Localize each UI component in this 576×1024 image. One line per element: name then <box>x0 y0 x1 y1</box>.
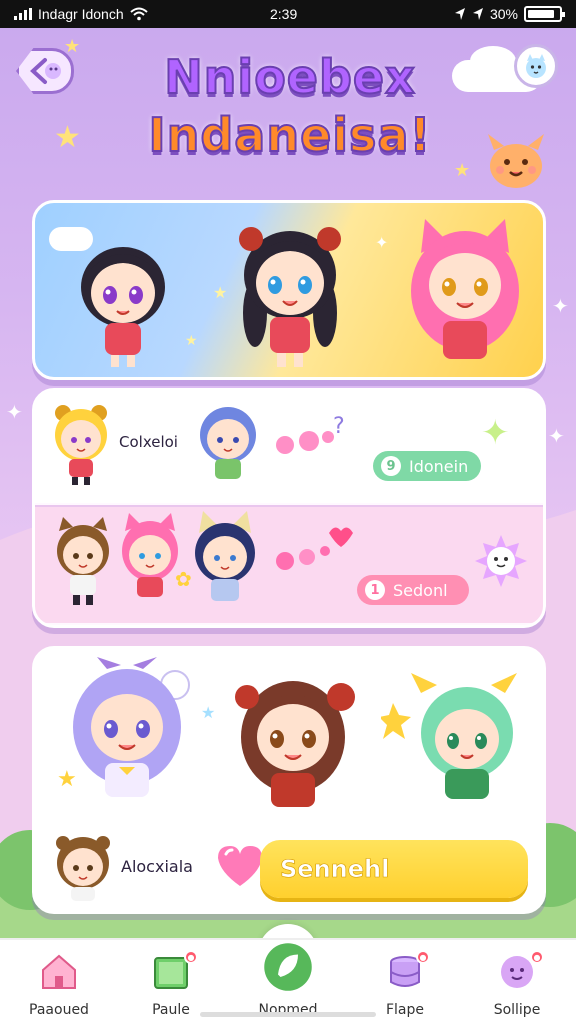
list-item[interactable]: ✿ 1 Sedonl <box>35 505 543 623</box>
clock: 2:39 <box>270 6 298 22</box>
app-title: Nnioebex Indaneisa! <box>110 48 470 164</box>
star-icon: ✿ <box>175 567 192 591</box>
sparkle-icon: ✦ <box>6 400 23 424</box>
row-title: Colxeloi <box>119 433 178 451</box>
title-line-2: Indaneisa! <box>148 107 432 163</box>
back-arrow-icon <box>16 48 74 94</box>
battery-percent: 30% <box>489 6 518 22</box>
nav-item-home[interactable]: Paaoued <box>4 946 114 1020</box>
status-pill[interactable]: 9 Idonein <box>373 451 481 481</box>
location-icon <box>454 8 465 20</box>
nav-item-leaf[interactable]: Nopmed <box>233 943 343 1020</box>
carrier-name: Indagr Idonch <box>38 6 124 22</box>
heart-icon <box>218 846 262 886</box>
svg-text:?: ? <box>333 414 345 439</box>
sparkle-icon: ✦ <box>481 413 510 453</box>
signal-icon <box>14 8 32 20</box>
chibi-avatar <box>122 513 178 597</box>
nav-item-stack[interactable]: ● Flape <box>350 946 460 1020</box>
wifi-icon <box>129 7 148 21</box>
featured-banner[interactable]: ★ ✦ ★ <box>32 200 546 380</box>
battery-icon <box>524 6 565 22</box>
nav-item-book[interactable]: ● Paule <box>116 946 226 1020</box>
bubbles-heart-icon <box>276 527 353 570</box>
pill-label: Idonein <box>409 456 469 476</box>
chibi-avatar <box>200 407 256 479</box>
character-list: Colxeloi ? 9 Idonein ✦ ✿ 1 Sedonl <box>32 388 546 628</box>
pill-number: 9 <box>381 456 401 476</box>
notification-badge: ● <box>416 950 430 964</box>
search-button[interactable]: Sennehl <box>260 840 528 898</box>
chibi-avatar <box>56 836 110 901</box>
chibi-character <box>239 227 341 367</box>
chibi-character <box>411 219 519 359</box>
chibi-character <box>81 247 165 367</box>
chibi-avatar <box>55 405 107 485</box>
leaf-icon <box>264 943 312 991</box>
chibi-character <box>73 657 190 797</box>
star-icon: ✦ <box>375 233 389 252</box>
status-pill[interactable]: 1 Sedonl <box>357 575 469 605</box>
status-bar: Indagr Idonch 2:39 30% <box>0 0 576 28</box>
home-indicator <box>200 1012 376 1017</box>
sun-face-icon <box>475 535 527 587</box>
star-icon: ★ <box>185 333 198 349</box>
sparkle-icon: ✦ <box>548 424 565 448</box>
pill-number: 1 <box>365 580 385 600</box>
profile-button[interactable] <box>514 44 558 88</box>
nav-label: Sollipe <box>493 1002 541 1018</box>
house-icon <box>42 954 76 989</box>
cloud-decoration <box>470 46 516 76</box>
chibi-avatar <box>195 511 255 601</box>
star-icon: ★ <box>201 703 216 722</box>
bubbles-icon: ? <box>276 414 345 454</box>
notification-badge: ● <box>184 950 198 964</box>
chibi-avatar <box>57 517 109 605</box>
star-icon: ★ <box>54 120 81 155</box>
notification-badge: ● <box>530 950 544 964</box>
title-line-1: Nnioebex <box>163 49 416 105</box>
cat-avatar-icon <box>526 54 546 78</box>
sparkle-icon: ✦ <box>552 294 569 318</box>
pill-label: Sedonl <box>393 580 448 600</box>
chibi-character <box>235 681 355 807</box>
location-arrow-icon <box>472 8 483 20</box>
chibi-character <box>381 673 517 799</box>
list-item[interactable]: Colxeloi ? 9 Idonein ✦ <box>35 391 543 503</box>
gallery-label: Alocxiala <box>121 857 193 876</box>
nav-label: Paaoued <box>29 1002 89 1018</box>
star-icon: ★ <box>213 283 228 302</box>
nav-item-face[interactable]: ● Sollipe <box>462 946 572 1020</box>
mascot-creature <box>488 134 544 188</box>
star-icon: ★ <box>57 767 77 792</box>
